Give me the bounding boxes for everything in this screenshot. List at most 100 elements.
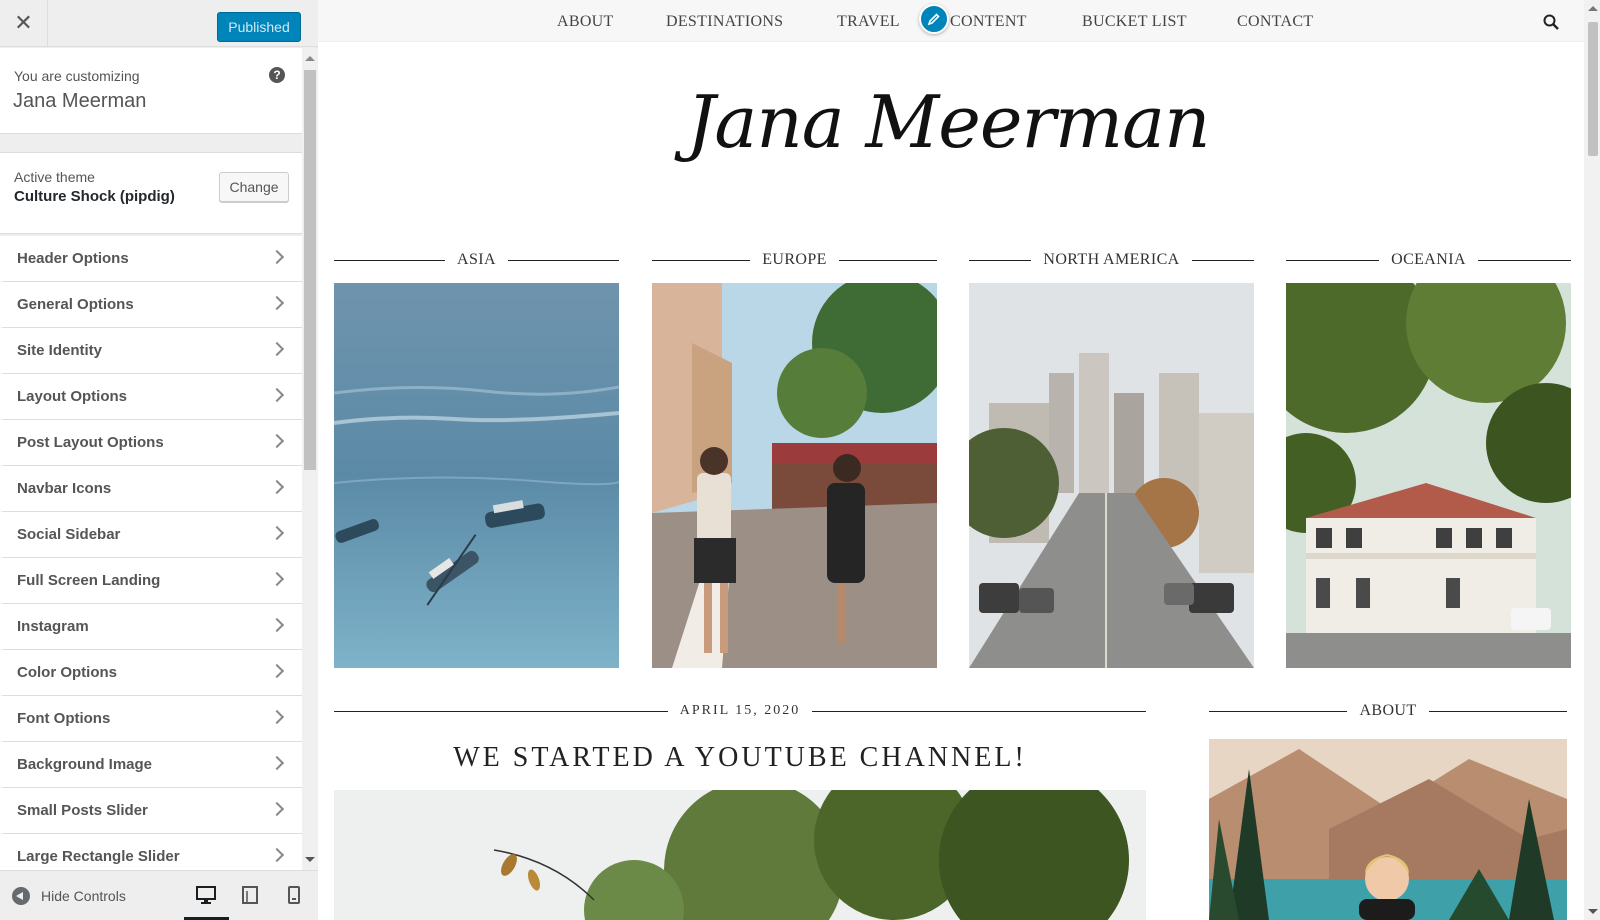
menu-item-color-options[interactable]: Color Options [0, 650, 302, 696]
site-preview: ABOUT DESTINATIONS TRAVEL CONTENT BUCKET… [318, 0, 1584, 920]
category-image[interactable] [652, 283, 937, 668]
about-heading: ABOUT [1359, 702, 1417, 719]
menu-item-social-sidebar[interactable]: Social Sidebar [0, 512, 302, 558]
menu-item-label: Post Layout Options [17, 434, 164, 451]
customizing-label: You are customizing [14, 68, 140, 84]
site-logo[interactable]: Jana Meerman [648, 80, 1248, 200]
customizer-scrollbar[interactable] [302, 48, 318, 870]
post-date: APRIL 15, 2020 [679, 703, 801, 718]
search-icon[interactable] [1543, 14, 1559, 30]
category-image[interactable] [1286, 283, 1571, 668]
menu-item-label: Site Identity [17, 342, 103, 359]
menu-item-label: General Options [17, 296, 134, 313]
menu-item-site-identity[interactable]: Site Identity [0, 328, 302, 374]
tablet-preview-button[interactable] [239, 885, 261, 905]
menu-item-header-options[interactable]: Header Options [0, 236, 302, 282]
category-label: NORTH AMERICA [1043, 251, 1180, 268]
customizing-info: You are customizing Jana Meerman ? [0, 48, 302, 134]
menu-item-background-image[interactable]: Background Image [0, 742, 302, 788]
nav-link-travel[interactable]: TRAVEL [837, 13, 900, 31]
customizer-menu: Header Options General Options Site Iden… [0, 236, 302, 870]
post-date-heading: APRIL 15, 2020 [334, 700, 1146, 722]
active-theme-name: Culture Shock (pipdig) [14, 188, 175, 205]
menu-item-label: Background Image [17, 756, 153, 773]
chevron-right-icon [269, 847, 285, 863]
menu-item-full-screen-landing[interactable]: Full Screen Landing [0, 558, 302, 604]
chevron-right-icon [269, 249, 285, 265]
scroll-up-icon[interactable] [1588, 6, 1598, 11]
chevron-right-icon [269, 617, 285, 633]
chevron-right-icon [269, 709, 285, 725]
menu-item-label: Large Rectangle Slider [17, 848, 180, 865]
category-tile-north-america[interactable]: NORTH AMERICA [969, 249, 1254, 668]
chevron-right-icon [269, 525, 285, 541]
menu-item-navbar-icons[interactable]: Navbar Icons [0, 466, 302, 512]
category-heading: NORTH AMERICA [969, 249, 1254, 271]
scroll-down-icon[interactable] [1588, 909, 1598, 914]
category-image[interactable] [969, 283, 1254, 668]
edit-shortcut-pencil-icon[interactable] [919, 4, 949, 34]
menu-item-label: Social Sidebar [17, 526, 121, 543]
menu-item-label: Navbar Icons [17, 480, 112, 497]
chevron-right-icon [269, 295, 285, 311]
menu-item-label: Instagram [17, 618, 89, 635]
chevron-right-icon [269, 341, 285, 357]
menu-item-instagram[interactable]: Instagram [0, 604, 302, 650]
help-icon[interactable]: ? [269, 67, 285, 83]
category-tile-oceania[interactable]: OCEANIA [1286, 249, 1572, 668]
desktop-icon [196, 886, 216, 904]
nav-link-bucket-list[interactable]: BUCKET LIST [1082, 13, 1187, 31]
active-theme-section: Active theme Culture Shock (pipdig) Chan… [0, 152, 302, 234]
category-image[interactable] [334, 283, 619, 668]
scroll-down-icon[interactable] [305, 857, 315, 862]
post-featured-image[interactable] [334, 790, 1146, 920]
menu-item-font-options[interactable]: Font Options [0, 696, 302, 742]
change-theme-button[interactable]: Change [219, 172, 289, 202]
customizer-panel: You are customizing Jana Meerman ? Activ… [0, 48, 302, 870]
menu-item-label: Layout Options [17, 388, 127, 405]
category-heading: OCEANIA [1286, 249, 1572, 271]
hide-controls-label: Hide Controls [41, 888, 126, 904]
category-label: ASIA [457, 251, 496, 268]
menu-item-label: Small Posts Slider [17, 802, 148, 819]
nav-link-contact[interactable]: CONTACT [1237, 13, 1313, 31]
mobile-icon [288, 886, 300, 904]
menu-item-post-layout-options[interactable]: Post Layout Options [0, 420, 302, 466]
active-theme-label: Active theme [14, 169, 95, 185]
tablet-icon [242, 886, 258, 904]
category-heading: ASIA [334, 249, 619, 271]
preview-scrollbar[interactable] [1584, 0, 1600, 920]
site-navbar: ABOUT DESTINATIONS TRAVEL CONTENT BUCKET… [318, 0, 1584, 42]
site-title: Jana Meerman [13, 90, 147, 112]
category-tile-asia[interactable]: ASIA [334, 249, 619, 668]
nav-link-about[interactable]: ABOUT [557, 13, 614, 31]
chevron-right-icon [269, 387, 285, 403]
scrollbar-thumb[interactable] [304, 70, 316, 470]
preview-scrollbar-thumb[interactable] [1588, 22, 1598, 156]
menu-item-layout-options[interactable]: Layout Options [0, 374, 302, 420]
menu-item-label: Full Screen Landing [17, 572, 161, 589]
chevron-right-icon [269, 755, 285, 771]
category-label: EUROPE [762, 251, 827, 268]
about-image[interactable] [1209, 739, 1567, 920]
menu-item-label: Color Options [17, 664, 117, 681]
menu-item-small-posts-slider[interactable]: Small Posts Slider [0, 788, 302, 834]
publish-button[interactable]: Published [217, 12, 301, 42]
hide-controls-button[interactable]: Hide Controls [12, 887, 126, 905]
desktop-preview-button[interactable] [195, 885, 217, 905]
category-label: OCEANIA [1391, 251, 1466, 268]
customizer-header: ✕ Published [0, 0, 318, 47]
nav-link-destinations[interactable]: DESTINATIONS [666, 13, 783, 31]
customizer-footer: Hide Controls [0, 870, 318, 920]
menu-item-general-options[interactable]: General Options [0, 282, 302, 328]
nav-link-content[interactable]: CONTENT [950, 13, 1027, 31]
scroll-up-icon[interactable] [305, 56, 315, 61]
menu-item-large-rectangle-slider[interactable]: Large Rectangle Slider [0, 834, 302, 870]
mobile-preview-button[interactable] [283, 885, 305, 905]
chevron-right-icon [269, 433, 285, 449]
close-customizer-button[interactable]: ✕ [0, 0, 48, 47]
post-title[interactable]: WE STARTED A YOUTUBE CHANNEL! [334, 742, 1146, 774]
chevron-right-icon [269, 479, 285, 495]
category-tile-europe[interactable]: EUROPE [652, 249, 938, 668]
chevron-right-icon [269, 663, 285, 679]
